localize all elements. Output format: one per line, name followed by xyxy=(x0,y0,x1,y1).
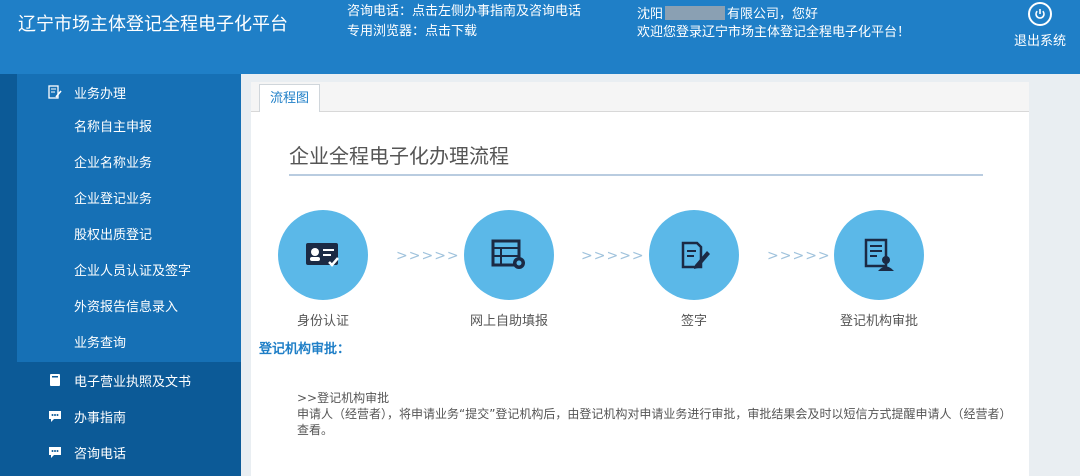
logout-label: 退出系统 xyxy=(1013,34,1066,49)
sidebar-group-phone[interactable]: 咨询电话 xyxy=(0,434,241,470)
desc-heading: >>登记机构审批 xyxy=(297,391,390,405)
sidebar-item-name-declare[interactable]: 名称自主申报 xyxy=(0,110,241,146)
contact-info: 咨询电话：点击左侧办事指南及咨询电话 专用浏览器：点击下载 xyxy=(347,2,581,42)
user-company-prefix: 沈阳 xyxy=(637,7,664,22)
step-sign: 签字 xyxy=(624,210,764,329)
sidebar: 业务办理 名称自主申报 企业名称业务 企业登记业务 股权出质登记 企业人员认证及… xyxy=(0,74,241,476)
flow-panel: 企业全程电子化办理流程 身份认证 >>>>> 网上自助填报 >>>>> 签字 >… xyxy=(251,112,1029,476)
step-label: 网上自助填报 xyxy=(469,314,548,329)
redacted-name xyxy=(665,6,726,20)
sign-pen-icon xyxy=(649,210,739,300)
sidebar-group-label: 电子营业执照及文书 xyxy=(74,374,192,390)
step-label: 登记机构审批 xyxy=(839,314,918,329)
step-approval: 登记机构审批 xyxy=(809,210,949,329)
logout-button[interactable]: 退出系统 xyxy=(1010,2,1070,49)
title-underline xyxy=(289,174,983,176)
welcome-text: 欢迎您登录辽宁市场主体登记全程电子化平台！ xyxy=(637,25,911,40)
user-company-suffix: 有限公司，您好 xyxy=(727,7,819,22)
section-title: 登记机构审批： xyxy=(259,342,351,357)
step-label: 签字 xyxy=(680,314,707,329)
sidebar-item-equity-pledge[interactable]: 股权出质登记 xyxy=(0,218,241,254)
sidebar-item-query[interactable]: 业务查询 xyxy=(0,326,241,362)
browser-download-link[interactable]: 专用浏览器：点击下载 xyxy=(347,22,581,42)
top-header: 辽宁市场主体登记全程电子化平台 咨询电话：点击左侧办事指南及咨询电话 专用浏览器… xyxy=(0,0,1080,74)
chat-icon xyxy=(48,409,62,423)
contact-phone-link[interactable]: 咨询电话：点击左侧办事指南及咨询电话 xyxy=(347,2,581,22)
approval-doc-icon xyxy=(834,210,924,300)
step-online-fill: 网上自助填报 xyxy=(439,210,579,329)
sidebar-group-label: 办事指南 xyxy=(74,410,127,426)
sidebar-item-name-business[interactable]: 企业名称业务 xyxy=(0,146,241,182)
sidebar-group-business[interactable]: 业务办理 xyxy=(0,74,241,110)
sidebar-item-foreign-report[interactable]: 外资报告信息录入 xyxy=(0,290,241,326)
sidebar-item-personnel-sign[interactable]: 企业人员认证及签字 xyxy=(0,254,241,290)
form-gear-icon xyxy=(464,210,554,300)
book-icon xyxy=(48,373,62,387)
sidebar-group-guide[interactable]: 办事指南 xyxy=(0,398,241,434)
app-title: 辽宁市场主体登记全程电子化平台 xyxy=(18,14,288,35)
main-content: 流程图 企业全程电子化办理流程 身份认证 >>>>> 网上自助填报 >>>>> … xyxy=(241,74,1080,476)
sidebar-group-label: 咨询电话 xyxy=(74,446,127,462)
chat-icon xyxy=(48,445,62,459)
user-greeting: 沈阳 有限公司，您好 欢迎您登录辽宁市场主体登记全程电子化平台！ xyxy=(637,6,910,42)
id-card-icon xyxy=(278,210,368,300)
step-description: >>登记机构审批 申请人（经营者），将申请业务“提交”登记机构后，由登记机构对申… xyxy=(297,390,1017,438)
power-icon xyxy=(1028,2,1052,26)
tab-flowchart[interactable]: 流程图 xyxy=(259,84,321,113)
tab-bar: 流程图 xyxy=(251,82,1029,113)
step-label: 身份认证 xyxy=(296,314,349,329)
sidebar-group-label: 业务办理 xyxy=(74,86,127,102)
sidebar-item-registration[interactable]: 企业登记业务 xyxy=(0,182,241,218)
step-identity: 身份认证 xyxy=(253,210,393,329)
page-title: 企业全程电子化办理流程 xyxy=(289,144,509,168)
desc-body: 申请人（经营者），将申请业务“提交”登记机构后，由登记机构对申请业务进行审批，审… xyxy=(297,407,1012,437)
sidebar-group-license[interactable]: 电子营业执照及文书 xyxy=(0,362,241,398)
edit-doc-icon xyxy=(48,85,62,99)
